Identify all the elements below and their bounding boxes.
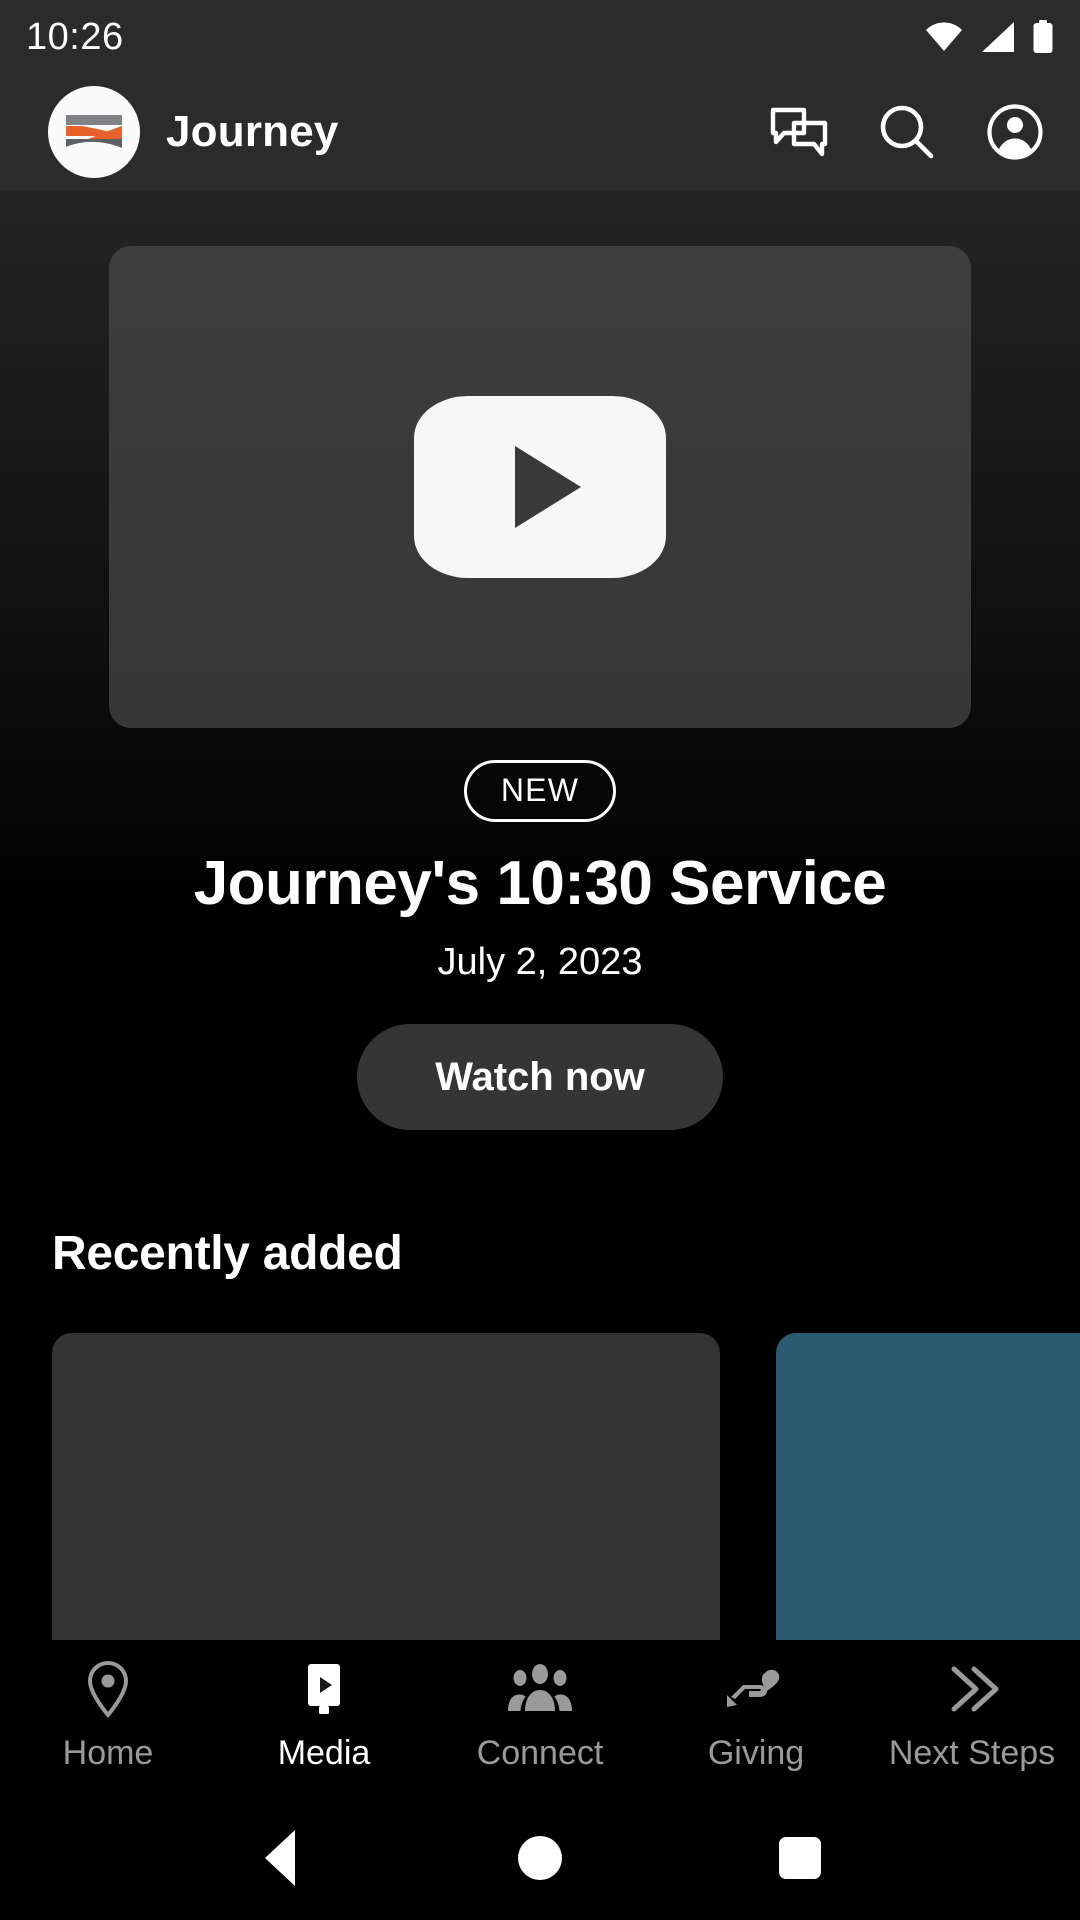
messages-button[interactable]: [768, 101, 830, 163]
status-bar: 10:26: [0, 0, 1080, 74]
app-title: Journey: [166, 107, 339, 156]
tab-label-giving: Giving: [707, 1734, 805, 1772]
status-bar-clock: 10:26: [26, 15, 124, 58]
recents-square-icon: [779, 1837, 821, 1879]
account-circle-icon: [986, 103, 1044, 161]
recently-added-rail[interactable]: [52, 1333, 1080, 1640]
back-triangle-icon: [265, 1830, 295, 1886]
featured-media-hero: NEW Journey's 10:30 Service July 2, 2023…: [0, 190, 1080, 1130]
cellular-signal-icon: [980, 21, 1016, 53]
search-icon: [878, 103, 936, 161]
recently-added-card-2[interactable]: [776, 1333, 1080, 1640]
messages-icon: [770, 105, 828, 159]
tab-label-home: Home: [62, 1734, 154, 1772]
app-header: Journey: [0, 74, 1080, 190]
hero-thumbnail-wrap: [109, 246, 971, 822]
app-header-actions: [768, 101, 1046, 163]
location-pin-icon: [83, 1658, 133, 1720]
android-navigation-bar: [0, 1796, 1080, 1920]
android-back-button[interactable]: [235, 1813, 325, 1903]
watch-now-button[interactable]: Watch now: [357, 1024, 723, 1130]
hero-badge-row: NEW: [0, 760, 1080, 822]
search-button[interactable]: [876, 101, 938, 163]
bottom-tab-bar: Home Media Connect Giving Next Steps: [0, 1640, 1080, 1796]
journey-logo-icon: [48, 86, 140, 178]
android-home-button[interactable]: [495, 1813, 585, 1903]
double-chevron-icon: [944, 1658, 1000, 1720]
hero-thumbnail[interactable]: [109, 246, 971, 728]
account-button[interactable]: [984, 101, 1046, 163]
hero-title: Journey's 10:30 Service: [193, 849, 887, 918]
home-circle-icon: [518, 1836, 562, 1880]
play-button-icon[interactable]: [414, 396, 666, 578]
status-badge: NEW: [463, 760, 617, 822]
android-recents-button[interactable]: [755, 1813, 845, 1903]
recently-added-card-1[interactable]: [52, 1333, 720, 1640]
wifi-icon: [924, 21, 964, 53]
brand-block: Journey: [48, 86, 768, 178]
tab-label-media: Media: [277, 1734, 371, 1772]
tab-giving[interactable]: Giving: [656, 1658, 856, 1773]
people-group-icon: [507, 1658, 573, 1720]
tab-media[interactable]: Media: [224, 1658, 424, 1773]
giving-hand-icon: [725, 1658, 787, 1720]
tab-label-connect: Connect: [476, 1734, 604, 1772]
hero-cta-row: Watch now: [0, 1024, 1080, 1130]
tab-label-next-steps: Next Steps: [888, 1734, 1056, 1772]
battery-icon: [1032, 20, 1054, 54]
tab-next-steps[interactable]: Next Steps: [872, 1658, 1072, 1773]
section-title: Recently added: [52, 1227, 403, 1280]
play-triangle-icon: [515, 446, 581, 528]
hero-date: July 2, 2023: [437, 941, 643, 983]
status-bar-icons: [924, 20, 1054, 54]
tab-connect[interactable]: Connect: [440, 1658, 640, 1773]
media-play-icon: [295, 1658, 353, 1720]
app-screen: 10:26 Journey NEW Journey's 10:30 Servic…: [0, 0, 1080, 1920]
tab-home[interactable]: Home: [8, 1658, 208, 1773]
recently-added-section: Recently added: [0, 1226, 1080, 1640]
